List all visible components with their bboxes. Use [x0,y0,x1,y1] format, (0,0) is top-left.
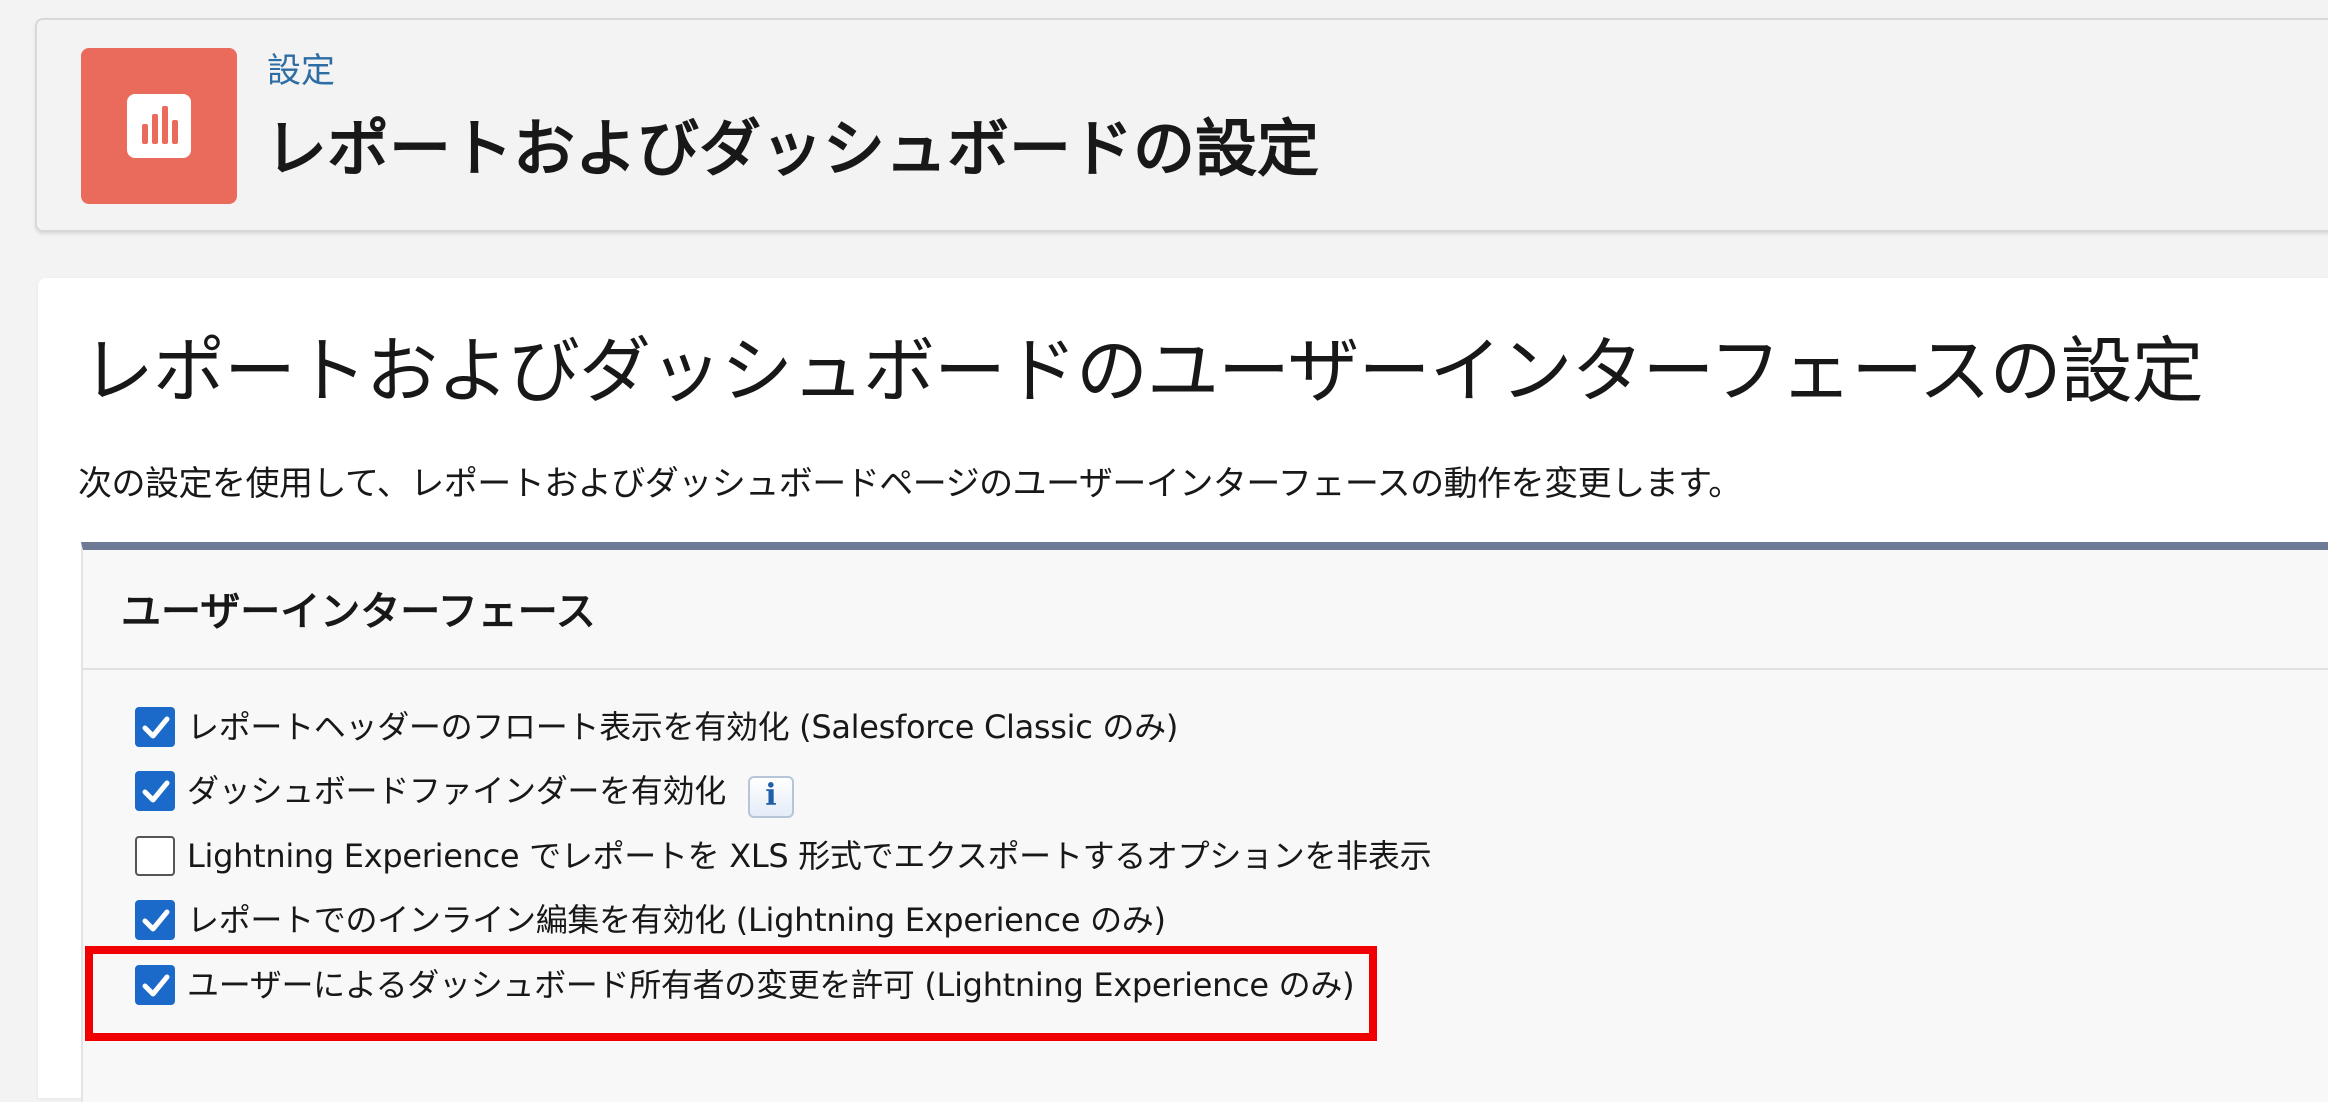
user-interface-panel: ユーザーインターフェース レポートヘッダーのフロート表示を有効化 (Salesf… [81,542,2328,1102]
info-icon[interactable]: i [747,776,794,818]
panel-title: ユーザーインターフェース [121,589,596,635]
info-icon-glyph: i [765,778,777,813]
checkbox-floating-report-header[interactable] [135,707,175,747]
option-label: ダッシュボードファインダーを有効化 [187,772,726,810]
option-label: レポートヘッダーのフロート表示を有効化 (Salesforce Classic … [187,708,1179,746]
panel-header: ユーザーインターフェース [83,550,2328,670]
checkmark-icon [142,780,170,803]
settings-content-card: レポートおよびダッシュボードのユーザーインターフェースの設定 次の設定を使用して… [38,278,2328,1102]
option-row-change-dashboard-owner[interactable]: ユーザーによるダッシュボード所有者の変更を許可 (Lightning Exper… [135,960,1355,1010]
checkmark-icon [142,974,170,997]
checkbox-hide-xls-export[interactable] [135,836,175,876]
report-chart-icon [81,48,237,204]
checkmark-icon [142,909,170,932]
section-title: レポートおよびダッシュボードのユーザーインターフェースの設定 [82,329,2204,413]
option-row-inline-editing[interactable]: レポートでのインライン編集を有効化 (Lightning Experience … [135,895,1166,945]
checkbox-change-dashboard-owner[interactable] [135,965,175,1005]
section-description: 次の設定を使用して、レポートおよびダッシュボードページのユーザーインターフェース… [78,464,1742,504]
option-row-dashboard-finder[interactable]: ダッシュボードファインダーを有効化 i [135,766,794,818]
page-header: 設定 レポートおよびダッシュボードの設定 [35,18,2328,232]
bar-chart-glyph [127,94,191,158]
option-row-floating-report-header[interactable]: レポートヘッダーのフロート表示を有効化 (Salesforce Classic … [135,702,1178,752]
option-label: Lightning Experience でレポートを XLS 形式でエクスポー… [187,837,1432,875]
page-title: レポートおよびダッシュボードの設定 [265,112,1320,185]
option-label: レポートでのインライン編集を有効化 (Lightning Experience … [187,901,1166,939]
checkbox-inline-editing[interactable] [135,900,175,940]
checkmark-icon [142,716,170,739]
breadcrumb-setup[interactable]: 設定 [267,54,335,88]
option-row-hide-xls-export[interactable]: Lightning Experience でレポートを XLS 形式でエクスポー… [135,831,1432,881]
checkbox-dashboard-finder[interactable] [135,771,175,811]
option-label: ユーザーによるダッシュボード所有者の変更を許可 (Lightning Exper… [187,966,1355,1004]
